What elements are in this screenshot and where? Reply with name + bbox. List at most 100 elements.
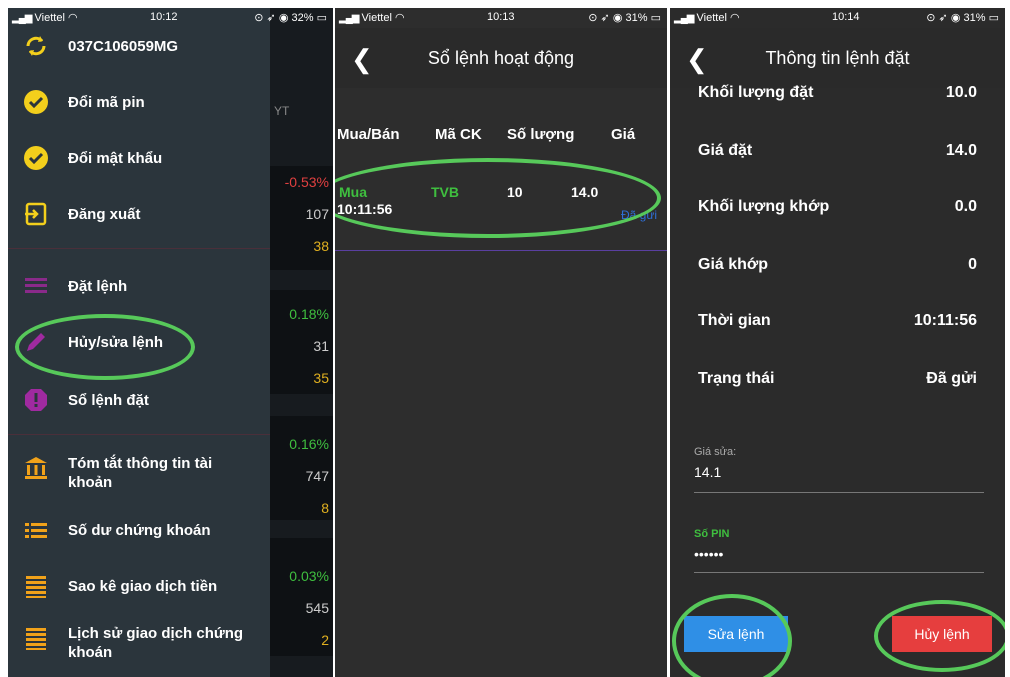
wifi-icon: ◠ [394, 12, 405, 24]
background-price-list: YT -0.53% 107 38 0.18% 31 35 0.16% 747 8… [270, 8, 333, 677]
menu-item-change-pin[interactable]: Đổi mã pin [22, 88, 145, 116]
detail-value: 14.0 [945, 142, 977, 159]
lines-icon [22, 624, 50, 652]
menu-item-change-password[interactable]: Đổi mật khẩu [22, 144, 162, 172]
detail-label: Thời gian [698, 312, 771, 329]
alarm-icon: ⊙ ➶ ◉ [588, 12, 623, 24]
price-change: -0.53% [284, 174, 329, 190]
carrier-name: Viettel [34, 12, 65, 24]
column-header: YT [274, 104, 290, 118]
column-header-side: Mua/Bán [337, 126, 400, 143]
price-value: 107 [305, 206, 329, 222]
price-value: 545 [305, 600, 329, 616]
screen-order-detail: ❮ Thông tin lệnh đặt ▂▄▆ Viettel ◠ 10:14… [670, 8, 1005, 677]
status-bar: ▂▄▆ Viettel ◠ 10:13 ⊙ ➶ ◉ 31% ▭ [335, 8, 667, 28]
logout-icon [22, 200, 50, 228]
detail-label: Giá đặt [698, 142, 753, 159]
column-header-symbol: Mã CK [435, 126, 482, 143]
highlight-circle [15, 314, 195, 380]
battery-percent: 31% [963, 12, 986, 24]
battery-icon: ▭ [650, 12, 661, 24]
price-change: 0.18% [289, 306, 329, 322]
column-header-quantity: Số lượng [507, 126, 575, 143]
carrier-name: Viettel [361, 12, 392, 24]
menu-item-order-book[interactable]: Sổ lệnh đặt [22, 386, 149, 414]
clock: 10:12 [150, 11, 178, 23]
price-value: 35 [313, 370, 329, 386]
sync-icon [22, 32, 50, 60]
price-input[interactable]: 14.1 [694, 464, 721, 480]
menu-item-label: Sổ lệnh đặt [68, 391, 149, 409]
detail-value: 10.0 [945, 84, 977, 101]
detail-value: 0.0 [954, 198, 977, 215]
status-bar: ▂▄▆ Viettel ◠ 10:12 ⊙ ➶ ◉ 32% ▭ [8, 8, 333, 28]
bullet-list-icon [22, 516, 50, 544]
clock: 10:13 [487, 11, 515, 23]
battery-icon: ▭ [316, 12, 327, 24]
menu-item-place-order[interactable]: Đặt lệnh [22, 272, 127, 300]
battery-percent: 32% [291, 12, 314, 24]
row-divider [335, 250, 667, 251]
screen-active-orders: ❮ Sổ lệnh hoạt động ▂▄▆ Viettel ◠ 10:13 … [335, 8, 667, 677]
price-value: 31 [313, 338, 329, 354]
menu-divider [8, 248, 270, 249]
signal-icon: ▂▄▆ [339, 13, 359, 24]
battery-icon: ▭ [988, 12, 999, 24]
menu-item-label: Tóm tắt thông tin tài khoản [68, 455, 213, 491]
menu-item-account-summary[interactable]: Tóm tắt thông tin tài khoản [22, 454, 228, 492]
signal-icon: ▂▄▆ [674, 13, 694, 24]
menu-item-securities-balance[interactable]: Số dư chứng khoán [22, 516, 211, 544]
menu-item-label: Đăng xuất [68, 205, 141, 223]
bank-icon [22, 454, 50, 482]
price-value: 747 [305, 468, 329, 484]
detail-label: Khối lượng khớp [698, 198, 830, 215]
battery-percent: 31% [625, 12, 648, 24]
screen-side-menu: YT -0.53% 107 38 0.18% 31 35 0.16% 747 8… [8, 8, 333, 677]
signal-icon: ▂▄▆ [12, 13, 32, 24]
pin-input[interactable]: •••••• [694, 546, 723, 562]
check-circle-icon [22, 144, 50, 172]
list-icon [22, 272, 50, 300]
detail-value: 0 [968, 256, 977, 273]
price-change: 0.03% [289, 568, 329, 584]
wifi-icon: ◠ [729, 12, 740, 24]
menu-item-cash-statement[interactable]: Sao kê giao dịch tiền [22, 572, 217, 600]
detail-label: Giá khớp [698, 256, 769, 273]
lines-icon [22, 572, 50, 600]
clock: 10:14 [832, 11, 860, 23]
highlight-circle [874, 600, 1005, 672]
menu-item-label: Đặt lệnh [68, 277, 128, 295]
page-title: Sổ lệnh hoạt động [427, 48, 575, 68]
menu-item-label: Đổi mật khẩu [68, 149, 163, 167]
alert-icon [22, 386, 50, 414]
account-number: 037C106059MG [68, 37, 179, 55]
alarm-icon: ⊙ ➶ ◉ [926, 12, 961, 24]
menu-divider [8, 434, 270, 435]
pin-input-underline [694, 572, 984, 573]
menu-item-logout[interactable]: Đăng xuất [22, 200, 141, 228]
menu-item-label: Sao kê giao dịch tiền [68, 577, 218, 595]
detail-label: Trạng thái [698, 370, 775, 387]
detail-value: Đã gửi [926, 370, 977, 387]
price-input-underline [694, 492, 984, 493]
price-value: 2 [321, 632, 329, 648]
account-switch[interactable]: 037C106059MG [22, 32, 178, 60]
column-header-price: Giá [611, 126, 636, 143]
carrier-name: Viettel [696, 12, 727, 24]
highlight-circle [335, 158, 661, 238]
detail-value: 10:11:56 [913, 312, 977, 329]
menu-item-label: Số dư chứng khoán [68, 521, 211, 539]
nav-bar: ❮ Sổ lệnh hoạt động [335, 28, 667, 88]
menu-item-label: Đổi mã pin [68, 93, 145, 111]
price-value: 38 [313, 238, 329, 254]
nav-bar: ❮ Thông tin lệnh đặt [670, 28, 1005, 88]
alarm-icon: ⊙ ➶ ◉ [254, 12, 289, 24]
check-circle-icon [22, 88, 50, 116]
menu-item-securities-history[interactable]: Lịch sử giao dịch chứng khoán [22, 624, 248, 662]
price-change: 0.16% [289, 436, 329, 452]
menu-item-label: Lịch sử giao dịch chứng khoán [68, 625, 244, 661]
page-title: Thông tin lệnh đặt [765, 48, 910, 68]
price-value: 8 [321, 500, 329, 516]
status-bar: ▂▄▆ Viettel ◠ 10:14 ⊙ ➶ ◉ 31% ▭ [670, 8, 1005, 28]
wifi-icon: ◠ [67, 12, 78, 24]
